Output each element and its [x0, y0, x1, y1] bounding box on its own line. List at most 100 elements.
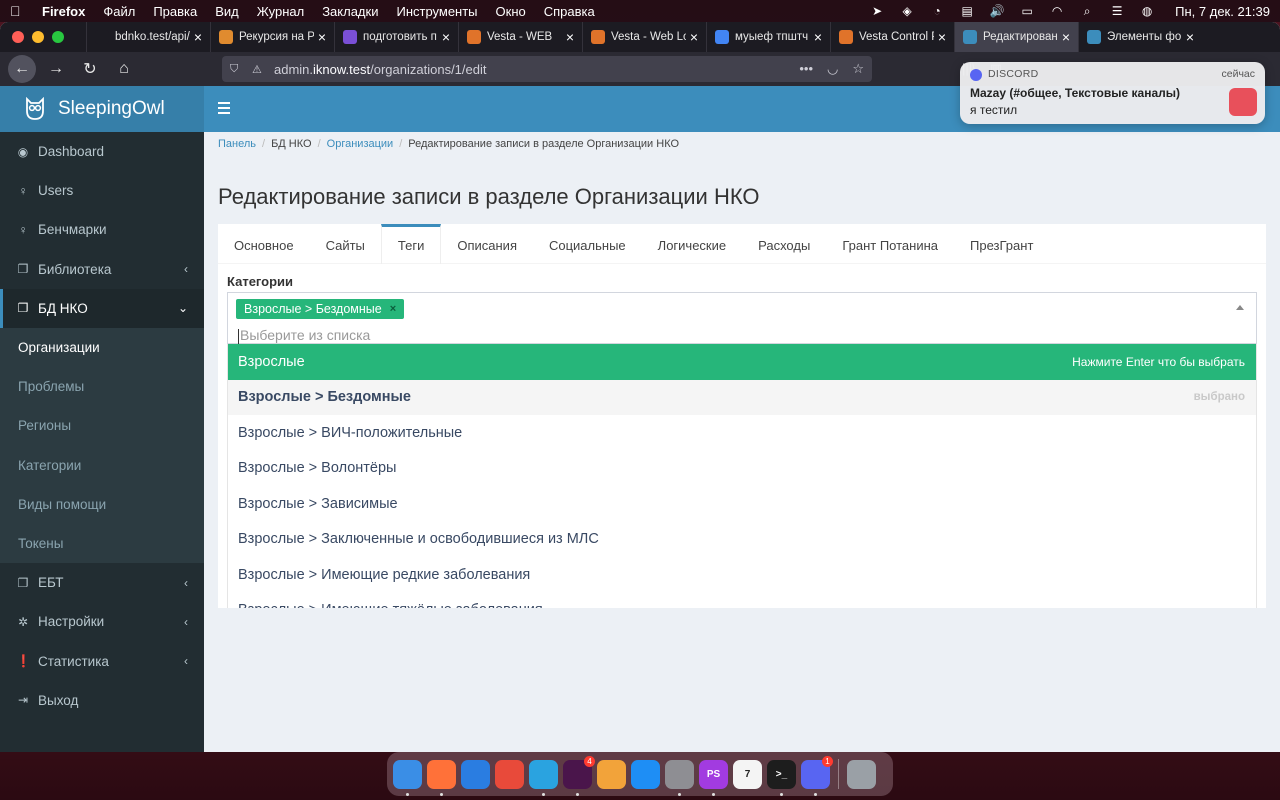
telegram-icon[interactable] — [529, 759, 558, 796]
forward-button[interactable]: → — [42, 55, 70, 83]
close-tab-icon[interactable]: × — [194, 29, 202, 45]
categories-multiselect[interactable]: Взрослые > Бездомные × Выберите из списк… — [227, 292, 1257, 344]
sidebar-item[interactable]: ⇥ Выход — [0, 681, 204, 720]
form-tab[interactable]: Теги — [380, 224, 442, 264]
menu-tools[interactable]: Инструменты — [396, 4, 477, 19]
url-text[interactable]: admin.iknow.test/organizations/1/edit — [274, 62, 799, 77]
photos-icon[interactable] — [597, 759, 626, 789]
sidebar-item[interactable]: ♀ Users — [0, 171, 204, 210]
sidebar-item[interactable]: ❐ Библиотека ‹ — [0, 250, 204, 289]
category-option[interactable]: Взрослые > Бездомные выбрано — [228, 379, 1256, 415]
terminal-icon[interactable]: >_ — [767, 759, 796, 796]
form-tab[interactable]: Социальные — [533, 224, 642, 264]
menu-app-name[interactable]: Firefox — [42, 4, 85, 19]
form-tab[interactable]: Расходы — [742, 224, 826, 264]
pie-status-icon[interactable]: ◔ — [929, 4, 945, 18]
sidebar-item[interactable]: ✲ Настройки ‹ — [0, 602, 204, 641]
sidebar-subitem[interactable]: Регионы — [0, 406, 204, 445]
sidebar-item[interactable]: ❗ Статистика ‹ — [0, 641, 204, 680]
phpstorm-icon[interactable]: PS — [699, 759, 728, 796]
finder-icon[interactable] — [393, 759, 422, 796]
page-actions-icon[interactable]: ••• — [799, 61, 813, 77]
close-tab-icon[interactable]: × — [1186, 29, 1194, 45]
sidebar-item[interactable]: ❐ ЕБТ ‹ — [0, 563, 204, 602]
apple-icon[interactable]:  — [10, 3, 24, 19]
form-tab[interactable]: ПрезГрант — [954, 224, 1049, 264]
category-option[interactable]: Взрослые > ВИЧ-положительные — [228, 415, 1256, 451]
sidebar-subitem[interactable]: Организации — [0, 328, 204, 367]
slack-icon[interactable]: 4 — [563, 755, 595, 796]
settings-icon[interactable] — [665, 759, 694, 796]
tracking-shield-icon[interactable]: ⛉ — [230, 63, 244, 76]
sidebar-subitem[interactable]: Категории — [0, 446, 204, 485]
menu-edit[interactable]: Правка — [153, 4, 197, 19]
postman-icon[interactable] — [495, 759, 524, 789]
breadcrumb-home[interactable]: Панель — [218, 138, 256, 150]
form-tab[interactable]: Описания — [441, 224, 533, 264]
category-option[interactable]: Взрослые > Зависимые — [228, 486, 1256, 522]
close-tab-icon[interactable]: × — [814, 29, 822, 45]
discord-notification[interactable]: DISCORD сейчас Mazay (#общее, Текстовые … — [960, 62, 1265, 124]
category-option[interactable]: Взрослые > Волонтёры — [228, 451, 1256, 487]
browser-tab[interactable]: Vesta - Web Lo × — [582, 22, 706, 52]
sidebar-item[interactable]: ◉ Dashboard — [0, 132, 204, 171]
trash-icon[interactable] — [847, 759, 876, 789]
insecure-lock-icon[interactable]: ⚠ — [252, 63, 266, 76]
pocket-icon[interactable]: ◡ — [827, 61, 838, 77]
close-window-button[interactable] — [12, 31, 24, 43]
close-tab-icon[interactable]: × — [566, 29, 574, 45]
appstore-icon[interactable] — [631, 759, 660, 789]
menu-help[interactable]: Справка — [544, 4, 595, 19]
multiselect-search-input[interactable]: Выберите из списка — [238, 327, 370, 344]
hamburger-menu-icon[interactable] — [218, 102, 230, 114]
browser-tab[interactable]: bdnko.test/api/test × — [86, 22, 210, 52]
sidebar-item[interactable]: ❐ БД НКО ⌄ — [0, 288, 204, 328]
reload-button[interactable]: ↻ — [76, 55, 104, 83]
search-icon[interactable]: ⌕ — [1079, 4, 1095, 18]
browser-tab[interactable]: Рекурсия на Р × — [210, 22, 334, 52]
breadcrumb-list[interactable]: Организации — [327, 138, 394, 150]
browser-tab[interactable]: подготовить п × — [334, 22, 458, 52]
flag-status-icon[interactable]: ▤ — [959, 4, 975, 18]
siri-icon[interactable]: ◍ — [1139, 4, 1155, 18]
control-center-icon[interactable]: ☰ — [1109, 4, 1125, 18]
category-option[interactable]: Взрослые > Заключенные и освободившиеся … — [228, 522, 1256, 558]
selected-category-chip[interactable]: Взрослые > Бездомные × — [236, 299, 405, 319]
shield-status-icon[interactable]: ◈ — [899, 4, 915, 18]
menubar-clock[interactable]: Пн, 7 дек. 21:39 — [1175, 4, 1270, 19]
browser-tab[interactable]: Vesta - WEB × — [458, 22, 582, 52]
browser-tab[interactable]: муыеф тпштч × — [706, 22, 830, 52]
paw-icon[interactable] — [461, 759, 490, 789]
form-tab[interactable]: Основное — [218, 224, 310, 264]
firefox-icon[interactable] — [427, 759, 456, 796]
brand-logo[interactable]: SleepingOwl — [0, 86, 204, 132]
wifi-icon[interactable]: ◠ — [1049, 4, 1065, 18]
sidebar-subitem[interactable]: Виды помощи — [0, 485, 204, 524]
close-tab-icon[interactable]: × — [442, 29, 450, 45]
browser-tab[interactable]: Редактирование × — [954, 22, 1078, 52]
browser-tab[interactable]: Элементы форм × — [1078, 22, 1202, 52]
close-tab-icon[interactable]: × — [1062, 29, 1070, 45]
battery-icon[interactable]: ▭ — [1019, 4, 1035, 18]
dropdown-caret-icon[interactable] — [1236, 305, 1244, 310]
category-option[interactable]: Взрослые > Имеющие редкие заболевания — [228, 557, 1256, 593]
category-option[interactable]: Взрослые Нажмите Enter что бы выбрать — [228, 344, 1256, 380]
home-icon[interactable]: ⌂ — [110, 55, 138, 83]
sidebar-item[interactable]: ♀ Бенчмарки — [0, 210, 204, 249]
bookmark-star-icon[interactable]: ☆ — [852, 61, 864, 77]
form-tab[interactable]: Сайты — [310, 224, 381, 264]
telegram-status-icon[interactable]: ➤ — [869, 4, 885, 18]
form-tab[interactable]: Грант Потанина — [826, 224, 954, 264]
browser-tab[interactable]: Vesta Control P × — [830, 22, 954, 52]
sidebar-subitem[interactable]: Токены — [0, 524, 204, 563]
form-tab[interactable]: Логические — [642, 224, 742, 264]
close-tab-icon[interactable]: × — [690, 29, 698, 45]
volume-icon[interactable]: 🔊 — [989, 4, 1005, 18]
url-bar[interactable]: ⛉ ⚠ admin.iknow.test/organizations/1/edi… — [222, 56, 872, 82]
close-tab-icon[interactable]: × — [318, 29, 326, 45]
sidebar-subitem[interactable]: Проблемы — [0, 367, 204, 406]
close-tab-icon[interactable]: × — [938, 29, 946, 45]
menu-file[interactable]: Файл — [103, 4, 135, 19]
back-button[interactable]: ← — [8, 55, 36, 83]
discord-icon[interactable]: 1 — [801, 755, 833, 796]
